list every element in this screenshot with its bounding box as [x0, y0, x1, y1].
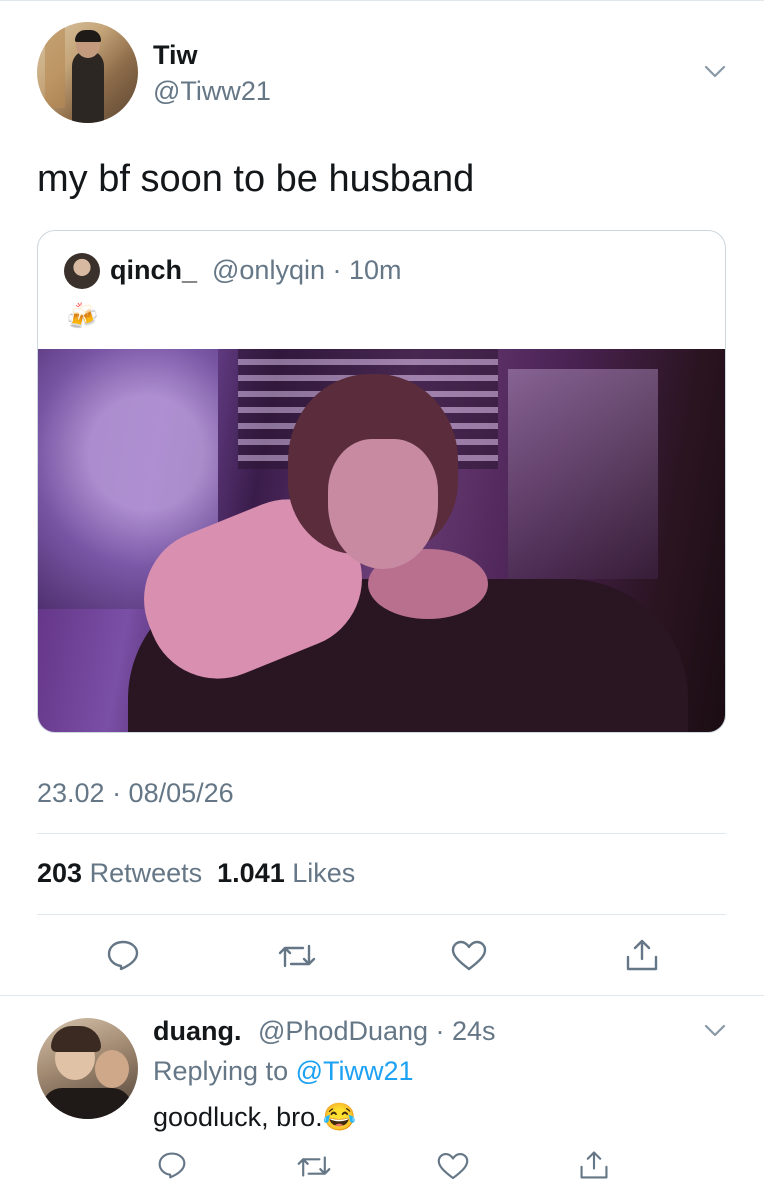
author-avatar[interactable]	[37, 22, 138, 123]
divider	[37, 833, 726, 834]
author-handle[interactable]: @Tiww21	[153, 76, 271, 107]
quoted-name[interactable]: qinch_	[110, 255, 197, 286]
chevron-down-icon[interactable]	[704, 1024, 726, 1038]
chevron-down-icon[interactable]	[704, 65, 726, 79]
quoted-photo[interactable]	[38, 349, 725, 732]
reply-handle-time[interactable]: @PhodDuang · 24s	[258, 1016, 496, 1047]
retweet-icon[interactable]	[296, 1153, 332, 1180]
tweet-timestamp[interactable]: 23.02 · 08/05/26	[37, 778, 234, 809]
like-icon[interactable]	[437, 1152, 469, 1181]
top-divider	[0, 0, 764, 1]
replying-to: Replying to @Tiww21	[153, 1056, 414, 1087]
divider	[37, 914, 726, 915]
retweets-label[interactable]: Retweets	[90, 858, 203, 888]
likes-count[interactable]: 1.041	[217, 858, 285, 888]
quoted-text: 🍻	[66, 301, 99, 331]
quoted-avatar[interactable]	[64, 253, 100, 289]
reply-icon[interactable]	[157, 1150, 187, 1180]
retweet-icon[interactable]	[277, 941, 317, 971]
replying-prefix: Replying to	[153, 1056, 296, 1086]
replying-handle-link[interactable]: @Tiww21	[296, 1056, 414, 1086]
thread-divider	[0, 995, 764, 996]
author-name[interactable]: Tiw	[153, 40, 198, 71]
quoted-tweet[interactable]: qinch_ @onlyqin · 10m 🍻	[37, 230, 726, 733]
reply-author-name[interactable]: duang.	[153, 1016, 242, 1047]
share-icon[interactable]	[578, 1149, 610, 1181]
like-icon[interactable]	[451, 940, 487, 972]
engagement-stats: 203 Retweets 1.041 Likes	[37, 858, 355, 889]
retweets-count[interactable]: 203	[37, 858, 82, 888]
quoted-handle-time: @onlyqin · 10m	[212, 255, 402, 285]
share-icon[interactable]	[624, 937, 660, 973]
likes-label[interactable]: Likes	[292, 858, 355, 888]
reply-avatar[interactable]	[37, 1018, 138, 1119]
reply-text: goodluck, bro.😂	[153, 1102, 357, 1132]
tweet-text: my bf soon to be husband	[37, 158, 475, 200]
reply-icon[interactable]	[106, 938, 140, 972]
